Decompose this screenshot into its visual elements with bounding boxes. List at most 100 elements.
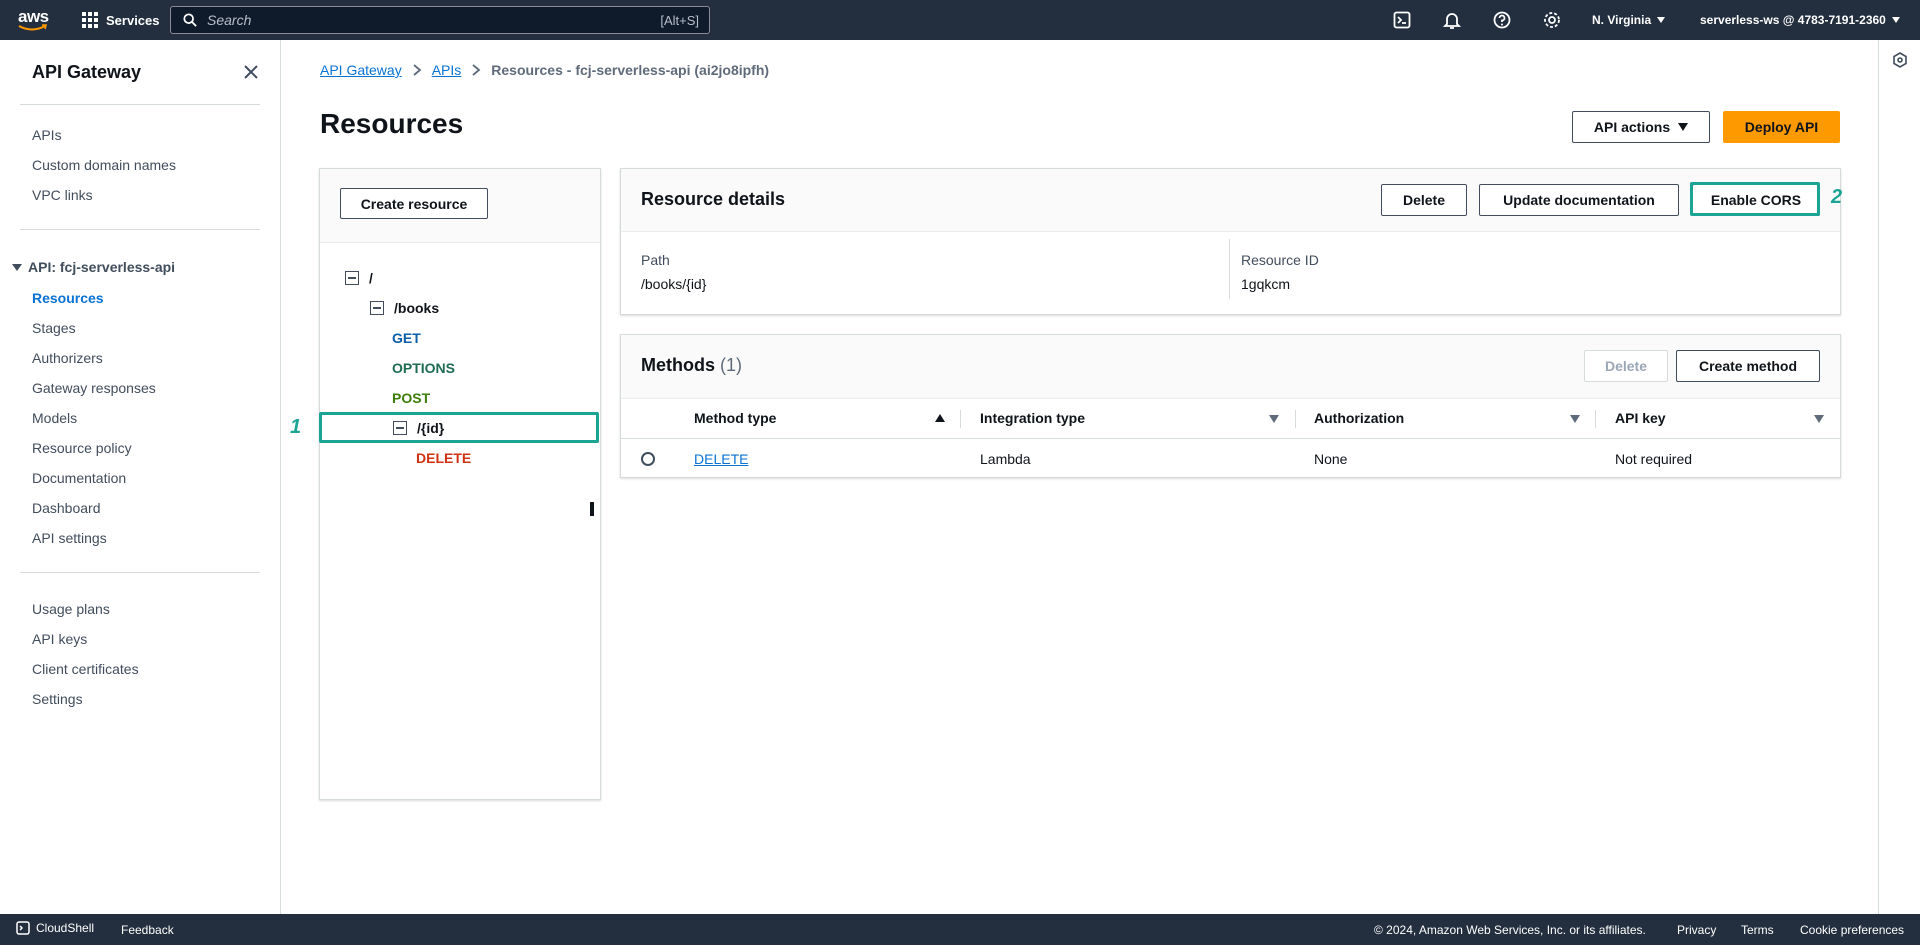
row-select-radio[interactable] bbox=[641, 452, 655, 466]
api-actions-label: API actions bbox=[1593, 119, 1671, 135]
column-header-method-type[interactable]: Method type bbox=[694, 410, 776, 426]
aws-logo[interactable]: aws bbox=[18, 7, 52, 33]
kv-divider bbox=[1229, 239, 1230, 299]
create-resource-button[interactable]: Create resource bbox=[340, 188, 488, 219]
copyright-text: © 2024, Amazon Web Services, Inc. or its… bbox=[1374, 923, 1646, 937]
search-shortcut: [Alt+S] bbox=[660, 12, 699, 28]
info-panel-icon[interactable] bbox=[1892, 52, 1908, 68]
path-label: Path bbox=[641, 252, 670, 268]
collapse-icon[interactable] bbox=[370, 301, 384, 315]
sort-icon[interactable] bbox=[1269, 415, 1279, 423]
page-title: Resources bbox=[320, 108, 464, 139]
services-grid-icon bbox=[82, 12, 98, 28]
sidebar-item-documentation[interactable]: Documentation bbox=[32, 470, 126, 486]
resource-id-label: Resource ID bbox=[1241, 252, 1319, 268]
sidebar-item-api-keys[interactable]: API keys bbox=[32, 631, 87, 647]
column-separator bbox=[1595, 410, 1596, 428]
caret-down-icon bbox=[12, 263, 22, 271]
terms-link[interactable]: Terms bbox=[1741, 923, 1774, 937]
column-separator bbox=[1295, 410, 1296, 428]
services-label: Services bbox=[106, 12, 160, 28]
api-actions-button[interactable]: API actions bbox=[1572, 111, 1710, 143]
cell-api-key: Not required bbox=[1615, 451, 1693, 467]
tree-method-post[interactable]: POST bbox=[392, 390, 430, 406]
breadcrumb-apis[interactable]: APIs bbox=[432, 62, 462, 78]
sidebar-item-settings[interactable]: Settings bbox=[32, 691, 83, 707]
region-selector[interactable]: N. Virginia bbox=[1592, 0, 1666, 40]
sidebar-title: API Gateway bbox=[32, 62, 142, 82]
feedback-link[interactable]: Feedback bbox=[121, 923, 174, 937]
methods-title: Methods (1) bbox=[641, 355, 742, 376]
cloudshell-icon[interactable] bbox=[1393, 11, 1411, 29]
close-icon[interactable] bbox=[243, 64, 259, 80]
collapse-icon[interactable] bbox=[345, 271, 359, 285]
sidebar-item-authorizers[interactable]: Authorizers bbox=[32, 350, 103, 366]
highlight-box-id-resource bbox=[319, 412, 599, 443]
methods-count: (1) bbox=[720, 355, 743, 375]
cell-integration-type: Lambda bbox=[980, 451, 1031, 467]
sort-ascending-icon[interactable] bbox=[935, 414, 945, 422]
search-input[interactable]: Search [Alt+S] bbox=[170, 6, 710, 34]
sidebar-item-custom-domain-names[interactable]: Custom domain names bbox=[32, 157, 176, 173]
delete-resource-button[interactable]: Delete bbox=[1381, 184, 1467, 216]
breadcrumb-api-gateway[interactable]: API Gateway bbox=[320, 62, 402, 78]
sidebar-divider bbox=[20, 229, 260, 230]
sort-icon[interactable] bbox=[1814, 415, 1824, 423]
delete-method-button[interactable]: Delete bbox=[1584, 350, 1668, 382]
highlight-box-enable-cors bbox=[1690, 182, 1820, 216]
update-documentation-button[interactable]: Update documentation bbox=[1479, 184, 1679, 216]
resource-id-value: 1gqkcm bbox=[1241, 276, 1291, 292]
sidebar-item-apis[interactable]: APIs bbox=[32, 127, 62, 143]
method-link-delete[interactable]: DELETE bbox=[694, 451, 748, 467]
tree-node-books[interactable]: /books bbox=[370, 300, 439, 316]
cookie-preferences-link[interactable]: Cookie preferences bbox=[1800, 923, 1904, 937]
sidebar-item-gateway-responses[interactable]: Gateway responses bbox=[32, 380, 156, 396]
breadcrumb-current: Resources - fcj-serverless-api (ai2jo8ip… bbox=[491, 62, 770, 78]
settings-icon[interactable] bbox=[1543, 11, 1561, 29]
search-placeholder: Search bbox=[207, 12, 252, 28]
caret-down-icon bbox=[1678, 123, 1689, 131]
column-header-integration-type[interactable]: Integration type bbox=[980, 410, 1085, 426]
sidebar-api-section-toggle[interactable]: API: fcj-serverless-api bbox=[12, 259, 175, 275]
sidebar-item-resources[interactable]: Resources bbox=[32, 290, 104, 306]
privacy-link[interactable]: Privacy bbox=[1677, 923, 1716, 937]
bell-icon[interactable] bbox=[1443, 11, 1461, 29]
tree-method-options[interactable]: OPTIONS bbox=[392, 360, 455, 376]
sidebar-item-usage-plans[interactable]: Usage plans bbox=[32, 601, 110, 617]
sort-icon[interactable] bbox=[1570, 415, 1580, 423]
aws-smile-icon bbox=[18, 24, 48, 31]
region-caret-icon bbox=[1657, 17, 1666, 23]
tree-method-get[interactable]: GET bbox=[392, 330, 421, 346]
sidebar-item-stages[interactable]: Stages bbox=[32, 320, 76, 336]
create-method-button[interactable]: Create method bbox=[1676, 350, 1820, 382]
deploy-api-button[interactable]: Deploy API bbox=[1723, 111, 1840, 143]
account-caret-icon bbox=[1891, 17, 1900, 23]
sidebar-item-vpc-links[interactable]: VPC links bbox=[32, 187, 93, 203]
tree-node-root-label: / bbox=[369, 270, 373, 286]
tree-node-root[interactable]: / bbox=[345, 270, 373, 286]
sidebar-item-api-settings[interactable]: API settings bbox=[32, 530, 107, 546]
sidebar-item-models[interactable]: Models bbox=[32, 410, 77, 426]
column-header-api-key[interactable]: API key bbox=[1615, 410, 1666, 426]
account-menu[interactable]: serverless-ws @ 4783-7191-2360 bbox=[1700, 0, 1900, 40]
callout-step-2: 2 bbox=[1831, 186, 1843, 208]
panel-resize-handle[interactable] bbox=[590, 502, 594, 516]
cloudshell-icon bbox=[16, 921, 30, 935]
tree-method-delete[interactable]: DELETE bbox=[416, 450, 471, 466]
services-menu-button[interactable]: Services bbox=[82, 0, 160, 40]
cell-authorization: None bbox=[1314, 451, 1348, 467]
column-header-authorization[interactable]: Authorization bbox=[1314, 410, 1404, 426]
sidebar-item-dashboard[interactable]: Dashboard bbox=[32, 500, 101, 516]
chevron-right-icon bbox=[413, 64, 422, 76]
callout-step-1: 1 bbox=[290, 416, 302, 438]
sidebar-item-client-certificates[interactable]: Client certificates bbox=[32, 661, 139, 677]
search-icon bbox=[183, 13, 197, 27]
methods-title-text: Methods bbox=[641, 355, 715, 375]
right-rail bbox=[1878, 40, 1920, 914]
sidebar-divider bbox=[20, 104, 260, 105]
cloudshell-footer-button[interactable]: CloudShell bbox=[16, 921, 94, 935]
top-navigation: aws Services Search [Alt+S] N. Virginia … bbox=[0, 0, 1920, 40]
sidebar-divider bbox=[20, 572, 260, 573]
help-icon[interactable] bbox=[1493, 11, 1511, 29]
sidebar-item-resource-policy[interactable]: Resource policy bbox=[32, 440, 132, 456]
